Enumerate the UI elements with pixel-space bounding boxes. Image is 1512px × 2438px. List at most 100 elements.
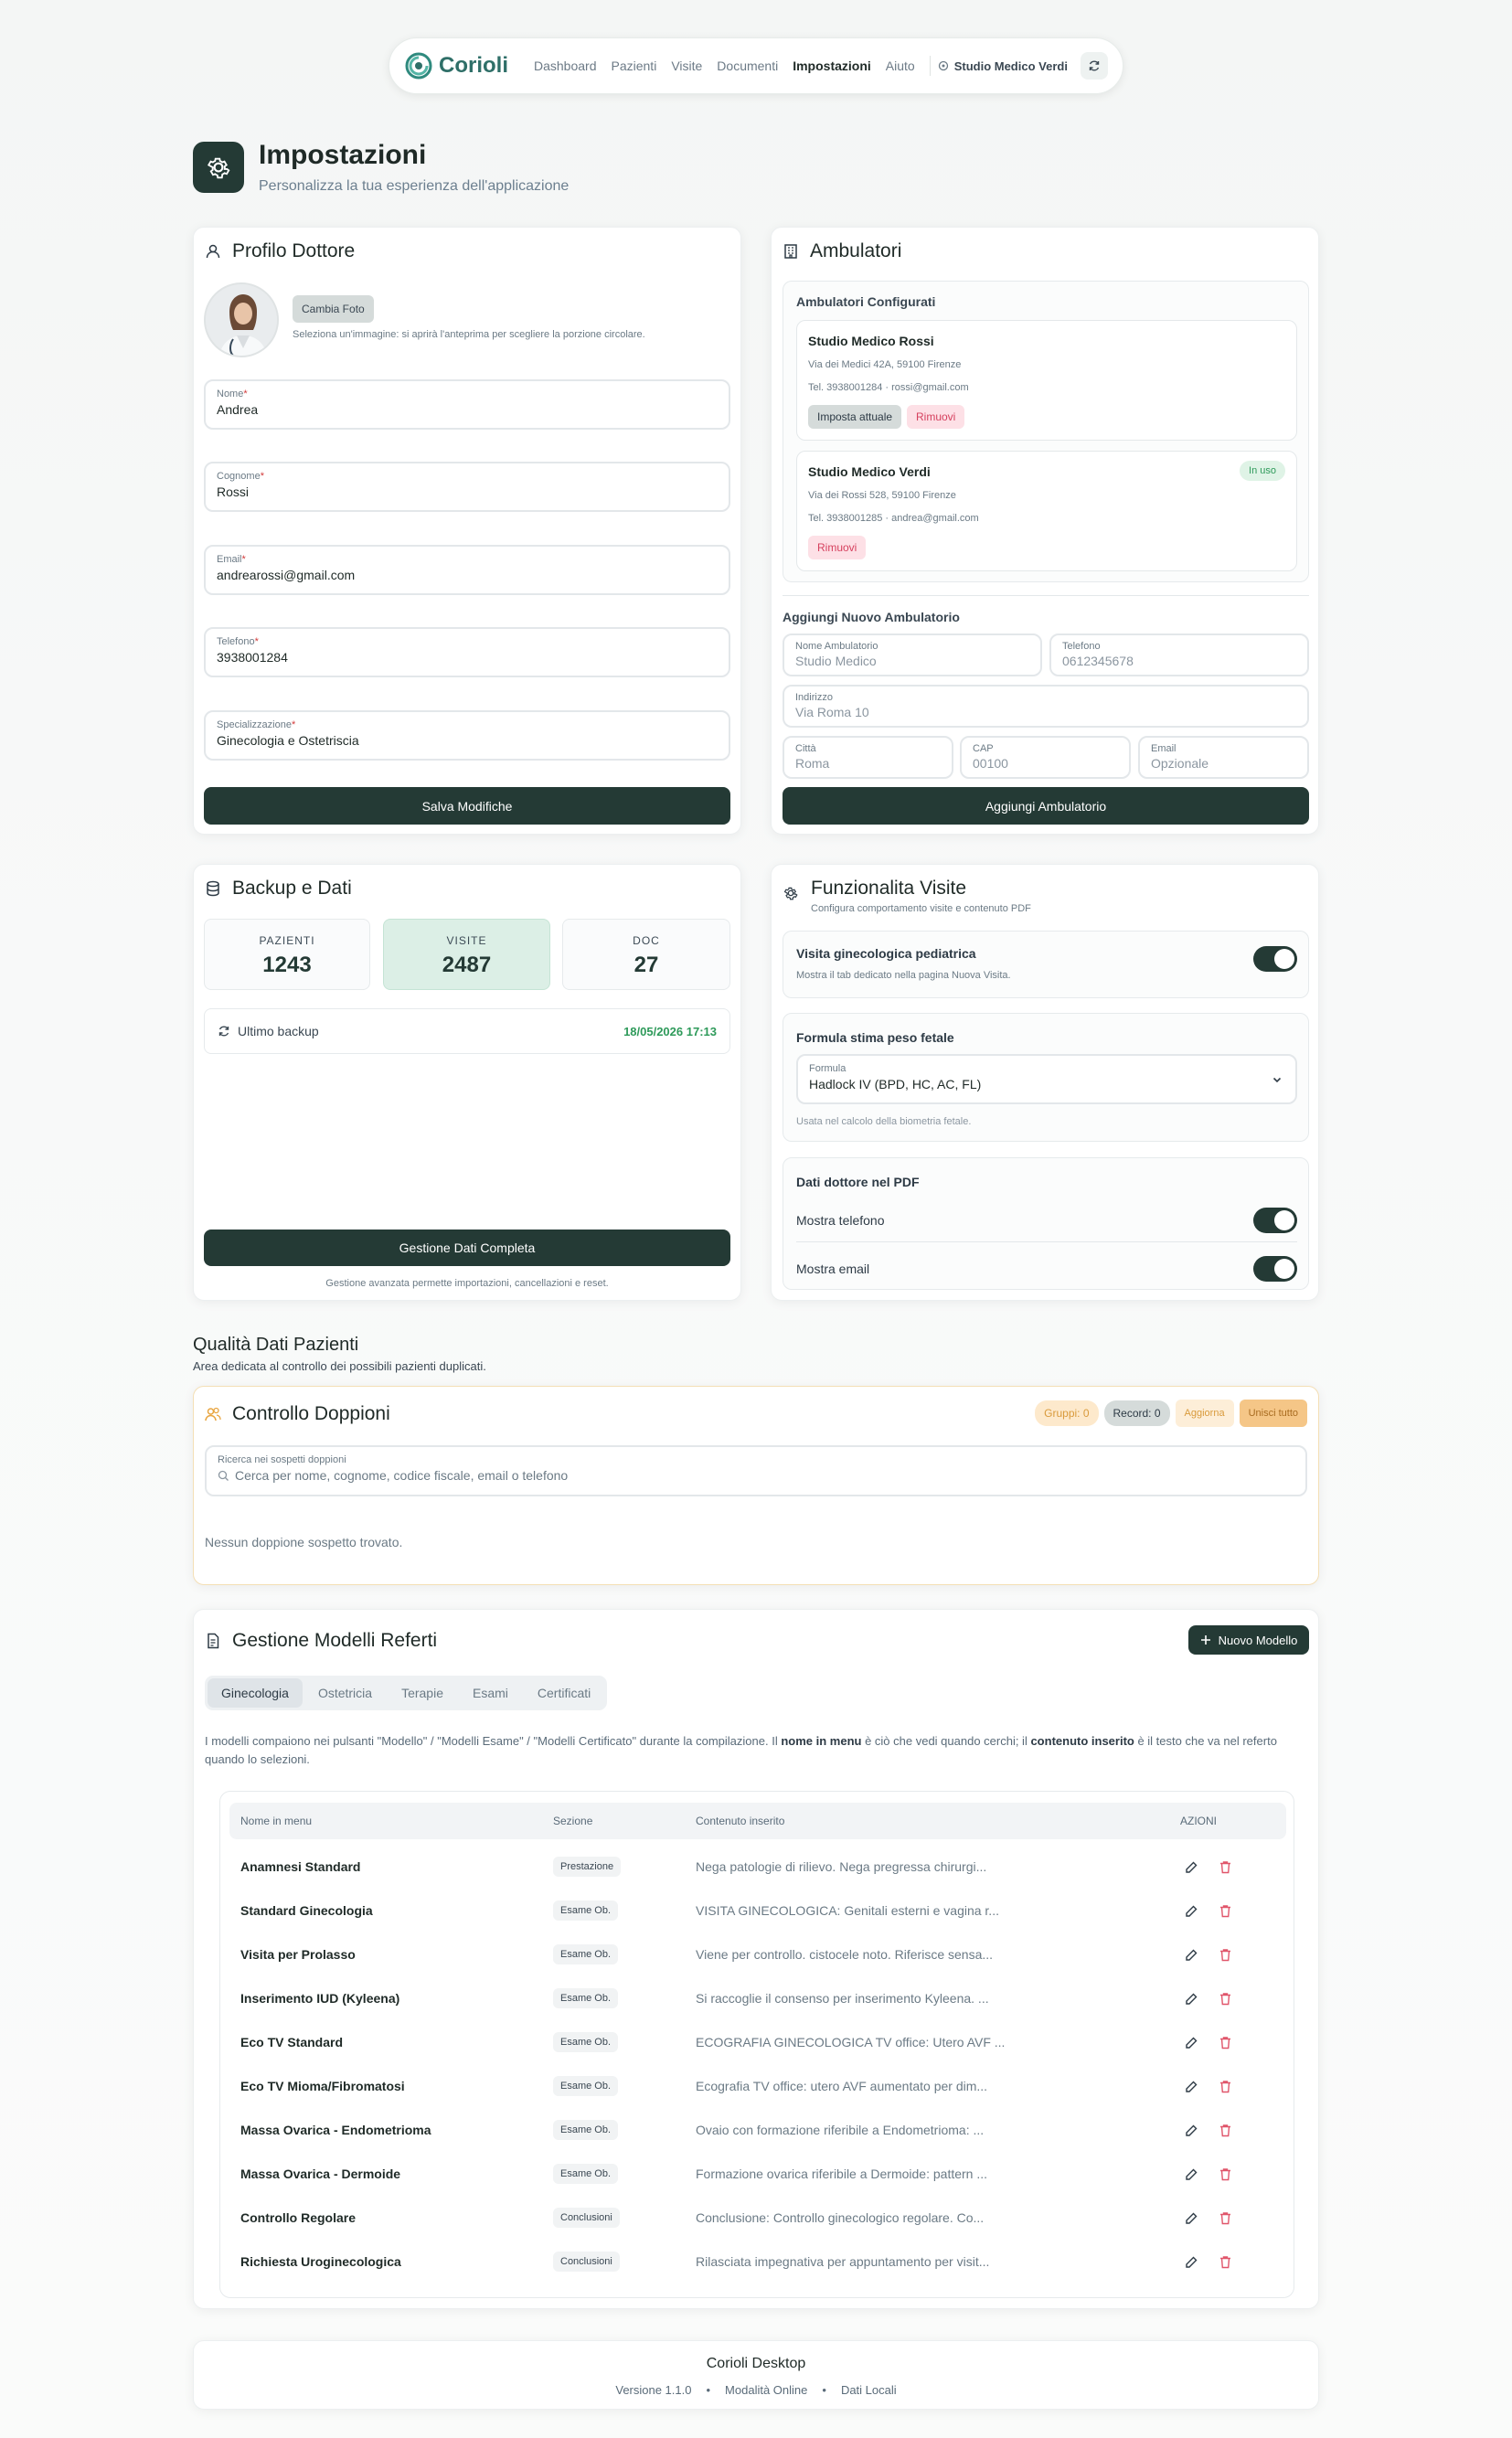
groups-count-badge: Gruppi: 0 [1035, 1400, 1099, 1426]
stat-visits: VISITE 2487 [383, 919, 550, 990]
change-photo-button[interactable]: Cambia Foto [293, 295, 374, 323]
templates-table: Nome in menu Sezione Contenuto inserito … [219, 1791, 1294, 2298]
clinic-address: Via dei Rossi 528, 59100 Firenze [808, 490, 956, 501]
trash-icon[interactable] [1219, 2036, 1232, 2049]
doctor-avatar[interactable] [204, 282, 279, 357]
clinic-name-input[interactable]: Nome Ambulatorio Studio Medico [783, 633, 1042, 676]
formula-select-label: Formula [809, 1063, 847, 1074]
nav-pazienti[interactable]: Pazienti [612, 59, 657, 73]
divider [796, 1241, 1297, 1242]
first-name-value: Andrea [217, 402, 259, 417]
clinic-address-input[interactable]: Indirizzo Via Roma 10 [783, 685, 1309, 728]
stat-patients-value: 1243 [262, 953, 312, 977]
brand-logo[interactable]: Corioli [404, 51, 508, 80]
nav-impostazioni[interactable]: Impostazioni [793, 59, 871, 73]
nav-documenti[interactable]: Documenti [717, 59, 778, 73]
tab-ginecologia[interactable]: Ginecologia [208, 1678, 303, 1708]
remove-clinic-button[interactable]: Rimuovi [907, 405, 965, 429]
table-row[interactable]: Richiesta Uroginecologica Conclusioni Rila… [229, 2240, 1286, 2284]
location-pin-icon [938, 60, 948, 71]
set-current-clinic-button[interactable]: Imposta attuale [808, 405, 902, 429]
merge-all-button[interactable]: Unisci tutto [1239, 1400, 1307, 1427]
add-clinic-button[interactable]: Aggiungi Ambulatorio [783, 787, 1309, 825]
edit-icon[interactable] [1185, 1860, 1198, 1874]
trash-icon[interactable] [1219, 2167, 1232, 2181]
nav-aiuto[interactable]: Aiuto [886, 59, 915, 73]
trash-icon[interactable] [1219, 2255, 1232, 2269]
footer-dot: • [822, 2383, 826, 2397]
visit-features-icon-wrap [783, 885, 799, 906]
nav-visite[interactable]: Visite [671, 59, 702, 73]
clinic-item: Studio Medico Rossi Via dei Medici 42A, … [796, 320, 1297, 441]
table-row[interactable]: Visita per Prolasso Esame Ob. Viene per co… [229, 1932, 1286, 1976]
switch-studio-button[interactable] [1080, 52, 1108, 80]
email-field[interactable]: Email* andrearossi@gmail.com [204, 545, 730, 595]
template-name: Eco TV Standard [240, 2035, 344, 2049]
phone-field[interactable]: Telefono* 3938001284 [204, 627, 730, 677]
trash-icon[interactable] [1219, 1904, 1232, 1918]
refresh-duplicates-button[interactable]: Aggiorna [1175, 1400, 1234, 1427]
templates-description-part1: I modelli compaiono nei pulsanti "Modell… [205, 1734, 782, 1748]
pediatric-visit-toggle[interactable] [1253, 946, 1297, 972]
remove-clinic-button[interactable]: Rimuovi [808, 536, 867, 559]
formula-select[interactable]: Formula Hadlock IV (BPD, HC, AC, FL) [796, 1054, 1297, 1104]
template-section: Esame Ob. [553, 2076, 619, 2096]
show-phone-toggle[interactable] [1253, 1208, 1297, 1233]
table-row[interactable]: Inserimento IUD (Kyleena) Esame Ob. Si rac… [229, 1976, 1286, 2020]
save-profile-button[interactable]: Salva Modifiche [204, 787, 730, 825]
templates-description-bold2: contenuto inserito [1030, 1734, 1134, 1748]
tab-esami[interactable]: Esami [459, 1678, 522, 1708]
table-row[interactable]: Anamnesi Standard Prestazione Nega patolog… [229, 1845, 1286, 1889]
stat-patients: PAZIENTI 1243 [204, 919, 370, 990]
user-icon [206, 244, 220, 259]
nav-dashboard[interactable]: Dashboard [534, 59, 597, 73]
table-row[interactable]: Controllo Regolare Conclusioni Conclusione… [229, 2196, 1286, 2240]
template-name: Eco TV Mioma/Fibromatosi [240, 2079, 405, 2093]
table-row[interactable]: Eco TV Mioma/Fibromatosi Esame Ob. Ecograf… [229, 2064, 1286, 2108]
clinic-phone-input[interactable]: Telefono 0612345678 [1049, 633, 1309, 676]
edit-icon[interactable] [1185, 1948, 1198, 1962]
profile-card-title: Profilo Dottore [232, 240, 356, 261]
edit-icon[interactable] [1185, 2124, 1198, 2137]
edit-icon[interactable] [1185, 2080, 1198, 2093]
edit-icon[interactable] [1185, 1992, 1198, 2006]
clinic-email-input[interactable]: Email Opzionale [1138, 736, 1309, 779]
trash-icon[interactable] [1219, 1992, 1232, 2006]
table-row[interactable]: Standard Ginecologia Esame Ob. VISITA GINE… [229, 1889, 1286, 1932]
trash-icon[interactable] [1219, 1860, 1232, 1874]
show-email-toggle[interactable] [1253, 1256, 1297, 1282]
duplicates-search-input[interactable]: Cerca per nome, cognome, codice fiscale,… [218, 1468, 1294, 1483]
edit-icon[interactable] [1185, 2211, 1198, 2225]
tab-ostetricia[interactable]: Ostetricia [304, 1678, 386, 1708]
table-row[interactable]: Massa Ovarica - Dermoide Esame Ob. Formazi… [229, 2152, 1286, 2196]
clinics-card-title: Ambulatori [810, 240, 902, 261]
trash-icon[interactable] [1219, 1948, 1232, 1962]
table-row[interactable]: Eco TV Standard Esame Ob. ECOGRAFIA GINECO… [229, 2020, 1286, 2064]
col-actions-header: AZIONI [1180, 1815, 1218, 1827]
edit-icon[interactable] [1185, 2036, 1198, 2049]
tab-certificati[interactable]: Certificati [524, 1678, 604, 1708]
clinic-cap-input[interactable]: CAP 00100 [960, 736, 1131, 779]
specialization-label: Specializzazione [217, 719, 292, 730]
specialization-field[interactable]: Specializzazione* Ginecologia e Ostetrisc… [204, 710, 730, 761]
edit-icon[interactable] [1185, 1904, 1198, 1918]
template-section: Prestazione [553, 1857, 622, 1877]
new-template-button[interactable]: Nuovo Modello [1188, 1625, 1309, 1655]
clinic-city-input[interactable]: Città Roma [783, 736, 953, 779]
trash-icon[interactable] [1219, 2124, 1232, 2137]
duplicates-search-field[interactable]: Ricerca nei sospetti doppioni Cerca per … [205, 1445, 1307, 1496]
edit-icon[interactable] [1185, 2255, 1198, 2269]
trash-icon[interactable] [1219, 2211, 1232, 2225]
first-name-field[interactable]: Nome* Andrea [204, 379, 730, 430]
refresh-icon [218, 1026, 229, 1037]
current-studio[interactable]: Studio Medico Verdi [938, 59, 1068, 73]
divider [783, 595, 1309, 596]
last-name-field[interactable]: Cognome* Rossi [204, 462, 730, 512]
edit-icon[interactable] [1185, 2167, 1198, 2181]
duplicates-actions: Gruppi: 0 Record: 0 Aggiorna Unisci tutt… [1035, 1400, 1307, 1427]
trash-icon[interactable] [1219, 2080, 1232, 2093]
tab-terapie[interactable]: Terapie [388, 1678, 457, 1708]
table-row[interactable]: Massa Ovarica - Endometrioma Esame Ob. Ova… [229, 2108, 1286, 2152]
template-section: Esame Ob. [553, 2164, 619, 2184]
full-data-management-button[interactable]: Gestione Dati Completa [204, 1230, 730, 1266]
